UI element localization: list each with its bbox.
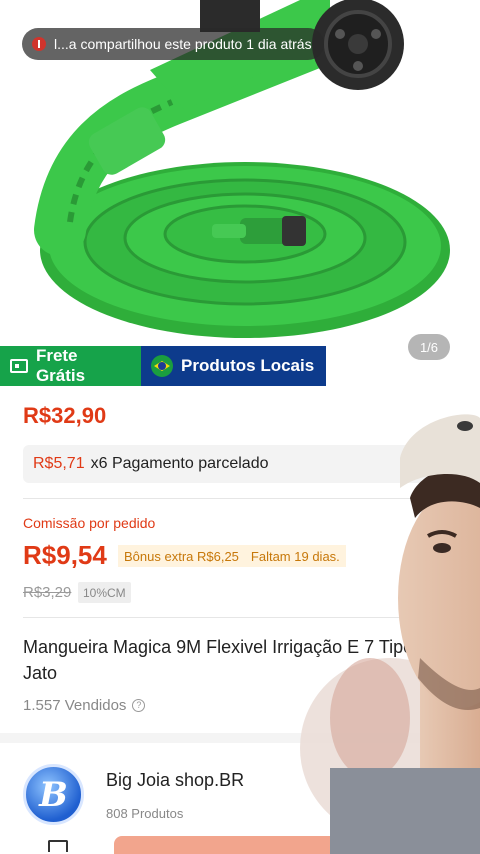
bottom-action-button[interactable] [114, 836, 480, 854]
info-icon[interactable]: ? [132, 699, 146, 712]
sold-count: 1.557 Vendidos [23, 697, 127, 714]
shop-name[interactable]: Big Joia shop.BR [106, 770, 244, 791]
installment-text: x6 Pagamento parcelado [90, 455, 269, 472]
section-separator [0, 733, 480, 743]
share-banner-text: l...a compartilhou este produto 1 dia at… [54, 36, 312, 52]
product-title: Mangueira Magica 9M Flexivel Irrigação E… [23, 637, 451, 683]
user-avatar-icon [32, 37, 46, 51]
bonus-remaining: Faltam 19 dias. [250, 548, 340, 564]
installment-amount: R$5,71 [33, 455, 85, 472]
store-icon[interactable] [48, 840, 68, 852]
badge-row: Frete Grátis Produtos Locais [0, 346, 326, 386]
commission-value: R$9,54 [23, 540, 107, 570]
bonus-text: Bônus extra R$6,25 [124, 548, 239, 564]
bonus-badge: Bônus extra R$6,25 Faltam 19 dias. [118, 545, 346, 567]
old-commission-value: R$3,29 [23, 584, 72, 601]
local-products-label: Produtos Locais [181, 356, 315, 375]
shop-product-count: 808 Produtos [106, 806, 184, 821]
shop-logo[interactable]: B [23, 764, 84, 825]
free-shipping-label: Frete Grátis [35, 346, 86, 385]
ticket-icon [10, 359, 28, 373]
divider [23, 498, 480, 499]
image-pager: 1/6 [408, 334, 450, 360]
installment-row[interactable]: R$5,71 x6 Pagamento parcelado [23, 445, 453, 483]
share-banner: l...a compartilhou este produto 1 dia at… [22, 28, 324, 60]
commission-rate-tag: 10%CM [78, 582, 131, 603]
product-price: R$32,90 [23, 403, 107, 428]
sold-count-row: 1.557 Vendidos ? [23, 697, 146, 714]
product-image-carousel[interactable]: l...a compartilhou este produto 1 dia at… [0, 0, 480, 386]
free-shipping-badge: Frete Grátis [0, 346, 141, 386]
brazil-flag-icon [151, 355, 173, 377]
local-products-badge: Produtos Locais [141, 346, 326, 386]
divider [23, 617, 480, 618]
commission-label: Comissão por pedido [23, 515, 156, 531]
